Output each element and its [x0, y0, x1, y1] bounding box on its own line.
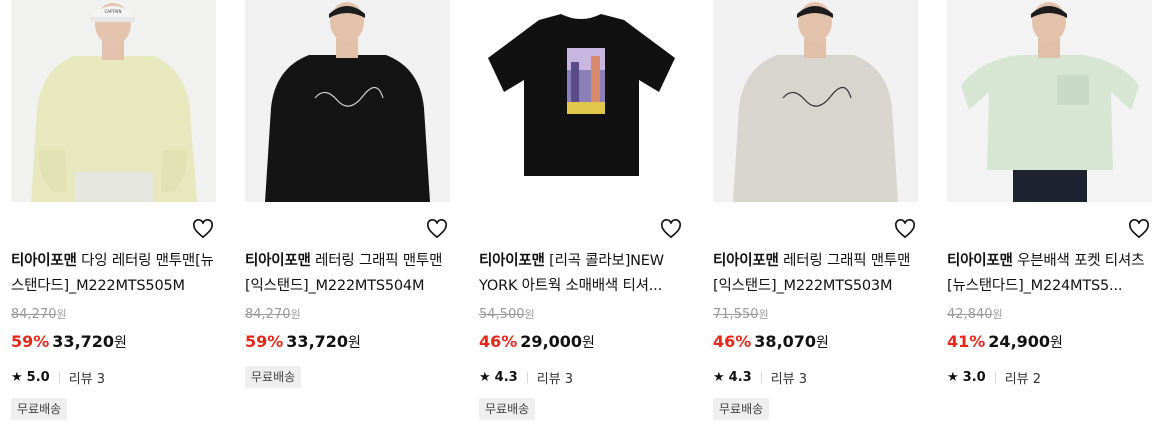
product-image[interactable]	[479, 0, 684, 202]
divider	[760, 372, 762, 383]
rating-score: 4.3	[494, 370, 518, 385]
svg-text:CAPTAIN: CAPTAIN	[105, 9, 122, 14]
review-count: 리뷰 3	[68, 372, 106, 387]
review-count: 리뷰 3	[770, 372, 808, 387]
price-value: 29,000	[520, 332, 583, 351]
rating-score: 4.3	[728, 370, 752, 385]
product-title[interactable]: 티아이포맨 레터링 그래픽 맨투맨[익스탠드]_M222MTS503M	[713, 249, 919, 299]
rating-score: 5.0	[26, 370, 50, 385]
wishlist-heart-icon[interactable]	[426, 219, 448, 239]
brand-name: 티아이포맨	[11, 253, 77, 269]
divider	[58, 372, 60, 383]
price-value: 33,720	[286, 332, 349, 351]
rating-row: ★ 4.3 리뷰 3	[479, 368, 573, 387]
star-icon: ★	[479, 370, 491, 385]
product-image[interactable]	[947, 0, 1152, 202]
wishlist-heart-icon[interactable]	[660, 219, 682, 239]
brand-name: 티아이포맨	[713, 253, 779, 269]
sale-price: 46% 29,000원	[479, 332, 595, 351]
brand-name: 티아이포맨	[947, 253, 1013, 269]
divider	[994, 372, 996, 383]
rating-row: ★ 4.3 리뷰 3	[713, 368, 807, 387]
review-count: 리뷰 3	[536, 372, 574, 387]
free-shipping-badge: 무료배송	[713, 398, 770, 420]
product-image[interactable]	[713, 0, 918, 202]
review-count: 리뷰 2	[1004, 372, 1042, 387]
sale-price: 59% 33,720원	[245, 332, 361, 351]
discount-rate: 41%	[947, 332, 986, 351]
discount-rate: 46%	[713, 332, 752, 351]
rating-row: ★ 5.0 리뷰 3	[11, 368, 105, 387]
star-icon: ★	[11, 370, 23, 385]
rating-score: 3.0	[962, 370, 986, 385]
product-image[interactable]: CAPTAIN	[11, 0, 216, 202]
product-image[interactable]	[245, 0, 450, 202]
product-title[interactable]: 티아이포맨 우븐배색 포켓 티셔츠[뉴스탠다드]_M224MTS5...	[947, 249, 1153, 299]
product-title[interactable]: 티아이포맨 [리곡 콜라보]NEW YORK 아트웍 소매배색 티셔...	[479, 249, 685, 299]
free-shipping-badge: 무료배송	[245, 366, 302, 388]
divider	[526, 372, 528, 383]
original-price: 71,550원	[713, 307, 769, 322]
original-price: 84,270원	[11, 307, 67, 322]
sale-price: 46% 38,070원	[713, 332, 829, 351]
discount-rate: 46%	[479, 332, 518, 351]
price-value: 33,720	[52, 332, 115, 351]
star-icon: ★	[713, 370, 725, 385]
product-title[interactable]: 티아이포맨 레터링 그래픽 맨투맨[익스탠드]_M222MTS504M	[245, 249, 451, 299]
wishlist-heart-icon[interactable]	[894, 219, 916, 239]
brand-name: 티아이포맨	[479, 253, 545, 269]
wishlist-heart-icon[interactable]	[1128, 219, 1150, 239]
price-value: 38,070	[754, 332, 817, 351]
price-value: 24,900	[988, 332, 1051, 351]
original-price: 42,840원	[947, 307, 1003, 322]
brand-name: 티아이포맨	[245, 253, 311, 269]
product-title[interactable]: 티아이포맨 다잉 레터링 맨투맨[뉴스탠다드]_M222MTS505M	[11, 249, 217, 299]
free-shipping-badge: 무료배송	[11, 398, 68, 420]
sale-price: 41% 24,900원	[947, 332, 1063, 351]
discount-rate: 59%	[245, 332, 284, 351]
discount-rate: 59%	[11, 332, 50, 351]
free-shipping-badge: 무료배송	[479, 398, 536, 420]
rating-row: ★ 3.0 리뷰 2	[947, 368, 1041, 387]
wishlist-heart-icon[interactable]	[192, 219, 214, 239]
original-price: 84,270원	[245, 307, 301, 322]
star-icon: ★	[947, 370, 959, 385]
original-price: 54,500원	[479, 307, 535, 322]
sale-price: 59% 33,720원	[11, 332, 127, 351]
